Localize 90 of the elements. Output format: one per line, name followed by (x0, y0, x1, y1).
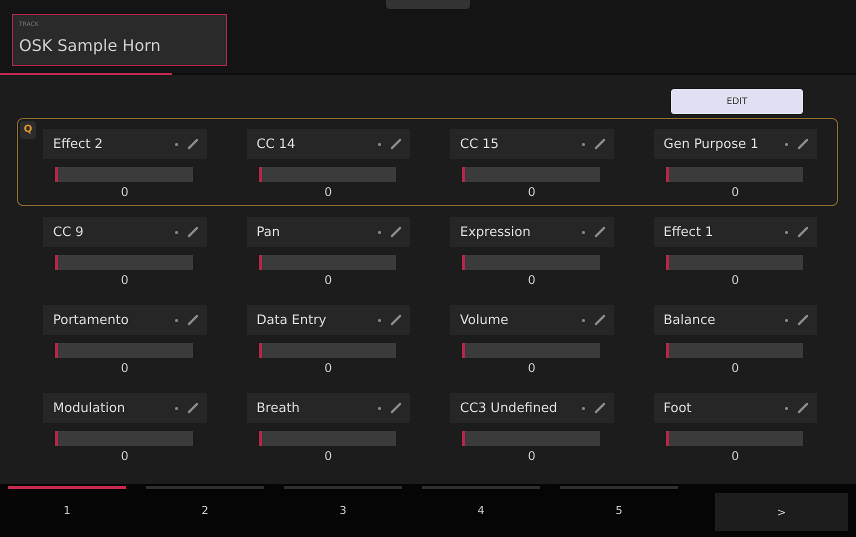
caret-icon (580, 142, 586, 146)
page-tab[interactable]: 4 (422, 486, 540, 531)
pencil-icon[interactable] (186, 314, 198, 326)
caret-icon (377, 142, 382, 146)
edit-button[interactable]: EDIT (671, 89, 803, 114)
pencil-icon[interactable] (390, 138, 402, 150)
parameter-selector[interactable]: Balance (654, 305, 817, 335)
level-bar[interactable] (666, 255, 803, 270)
page-tab[interactable]: 1 (8, 486, 126, 531)
parameter-selector[interactable]: Portamento (43, 305, 206, 335)
pencil-icon[interactable] (390, 402, 402, 414)
track-name: OSK Sample Horn (19, 37, 162, 55)
caret-icon (784, 142, 789, 146)
q-badge: Q (20, 121, 36, 139)
next-button[interactable]: > (715, 493, 848, 531)
level-bar[interactable] (462, 255, 600, 270)
caret-icon (377, 406, 382, 410)
caret-icon (377, 318, 382, 322)
level-bar[interactable] (666, 431, 803, 446)
level-bar[interactable] (258, 431, 396, 446)
parameter-value: 0 (526, 449, 537, 463)
caret-icon (174, 318, 178, 322)
parameter-selector[interactable]: Gen Purpose 1 (654, 129, 817, 159)
drag-handle[interactable] (386, 0, 470, 9)
parameter-value: 0 (120, 449, 130, 463)
level-bar[interactable] (462, 343, 600, 358)
pencil-icon[interactable] (186, 402, 198, 414)
parameter-value: 0 (730, 449, 740, 463)
parameter-selector[interactable]: CC3 Undefined (450, 393, 614, 423)
caret-icon (174, 406, 178, 410)
parameter-selector[interactable]: Pan (246, 217, 410, 247)
level-bar[interactable] (55, 167, 192, 182)
parameter-selector[interactable]: Modulation (43, 393, 206, 423)
pencil-icon[interactable] (594, 138, 606, 150)
pencil-icon[interactable] (797, 402, 809, 414)
parameter-value: 0 (526, 273, 537, 287)
pencil-icon[interactable] (390, 226, 402, 238)
parameter-selector[interactable]: Effect 1 (654, 217, 817, 247)
pencil-icon[interactable] (797, 226, 809, 238)
level-bar[interactable] (666, 343, 803, 358)
parameter-selector[interactable]: Volume (450, 305, 614, 335)
caret-icon (784, 230, 789, 234)
level-bar[interactable] (258, 167, 396, 182)
caret-icon (174, 230, 178, 234)
parameter-selector[interactable]: Foot (654, 393, 817, 423)
parameter-value: 0 (323, 449, 334, 463)
parameter-value: 0 (120, 273, 130, 287)
pencil-icon[interactable] (186, 138, 198, 150)
caret-icon (784, 406, 789, 410)
parameter-selector[interactable]: CC 15 (450, 129, 614, 159)
pencil-icon[interactable] (797, 314, 809, 326)
level-bar[interactable] (55, 431, 192, 446)
parameter-value: 0 (526, 185, 537, 199)
parameter-selector[interactable]: Expression (450, 217, 614, 247)
caret-icon (784, 318, 789, 322)
parameter-value: 0 (120, 361, 130, 375)
page-tab[interactable]: 5 (560, 486, 678, 531)
pencil-icon[interactable] (186, 226, 198, 238)
caret-icon (580, 230, 586, 234)
parameter-value: 0 (730, 185, 740, 199)
parameter-value: 0 (323, 185, 334, 199)
caret-icon (580, 318, 586, 322)
parameter-value: 0 (730, 361, 740, 375)
level-bar[interactable] (258, 255, 396, 270)
pencil-icon[interactable] (594, 226, 606, 238)
level-bar[interactable] (258, 343, 396, 358)
level-bar[interactable] (666, 167, 803, 182)
pencil-icon[interactable] (390, 314, 402, 326)
level-bar[interactable] (462, 431, 600, 446)
caret-icon (174, 142, 178, 146)
page-tab[interactable]: 3 (284, 486, 402, 531)
level-bar[interactable] (55, 255, 192, 270)
parameter-value: 0 (323, 273, 334, 287)
caret-icon (377, 230, 382, 234)
level-bar[interactable] (462, 167, 600, 182)
pencil-icon[interactable] (594, 402, 606, 414)
parameter-value: 0 (323, 361, 334, 375)
pencil-icon[interactable] (797, 138, 809, 150)
parameter-selector[interactable]: Data Entry (246, 305, 410, 335)
parameter-value: 0 (120, 185, 130, 199)
parameter-value: 0 (730, 273, 740, 287)
parameter-value: 0 (526, 361, 537, 375)
parameter-selector[interactable]: CC 9 (43, 217, 206, 247)
caret-icon (580, 406, 586, 410)
page-tab[interactable]: 2 (146, 486, 264, 531)
level-bar[interactable] (55, 343, 192, 358)
parameter-selector[interactable]: Effect 2 (43, 129, 206, 159)
pencil-icon[interactable] (594, 314, 606, 326)
parameter-selector[interactable]: CC 14 (246, 129, 410, 159)
parameter-selector[interactable]: Breath (246, 393, 410, 423)
